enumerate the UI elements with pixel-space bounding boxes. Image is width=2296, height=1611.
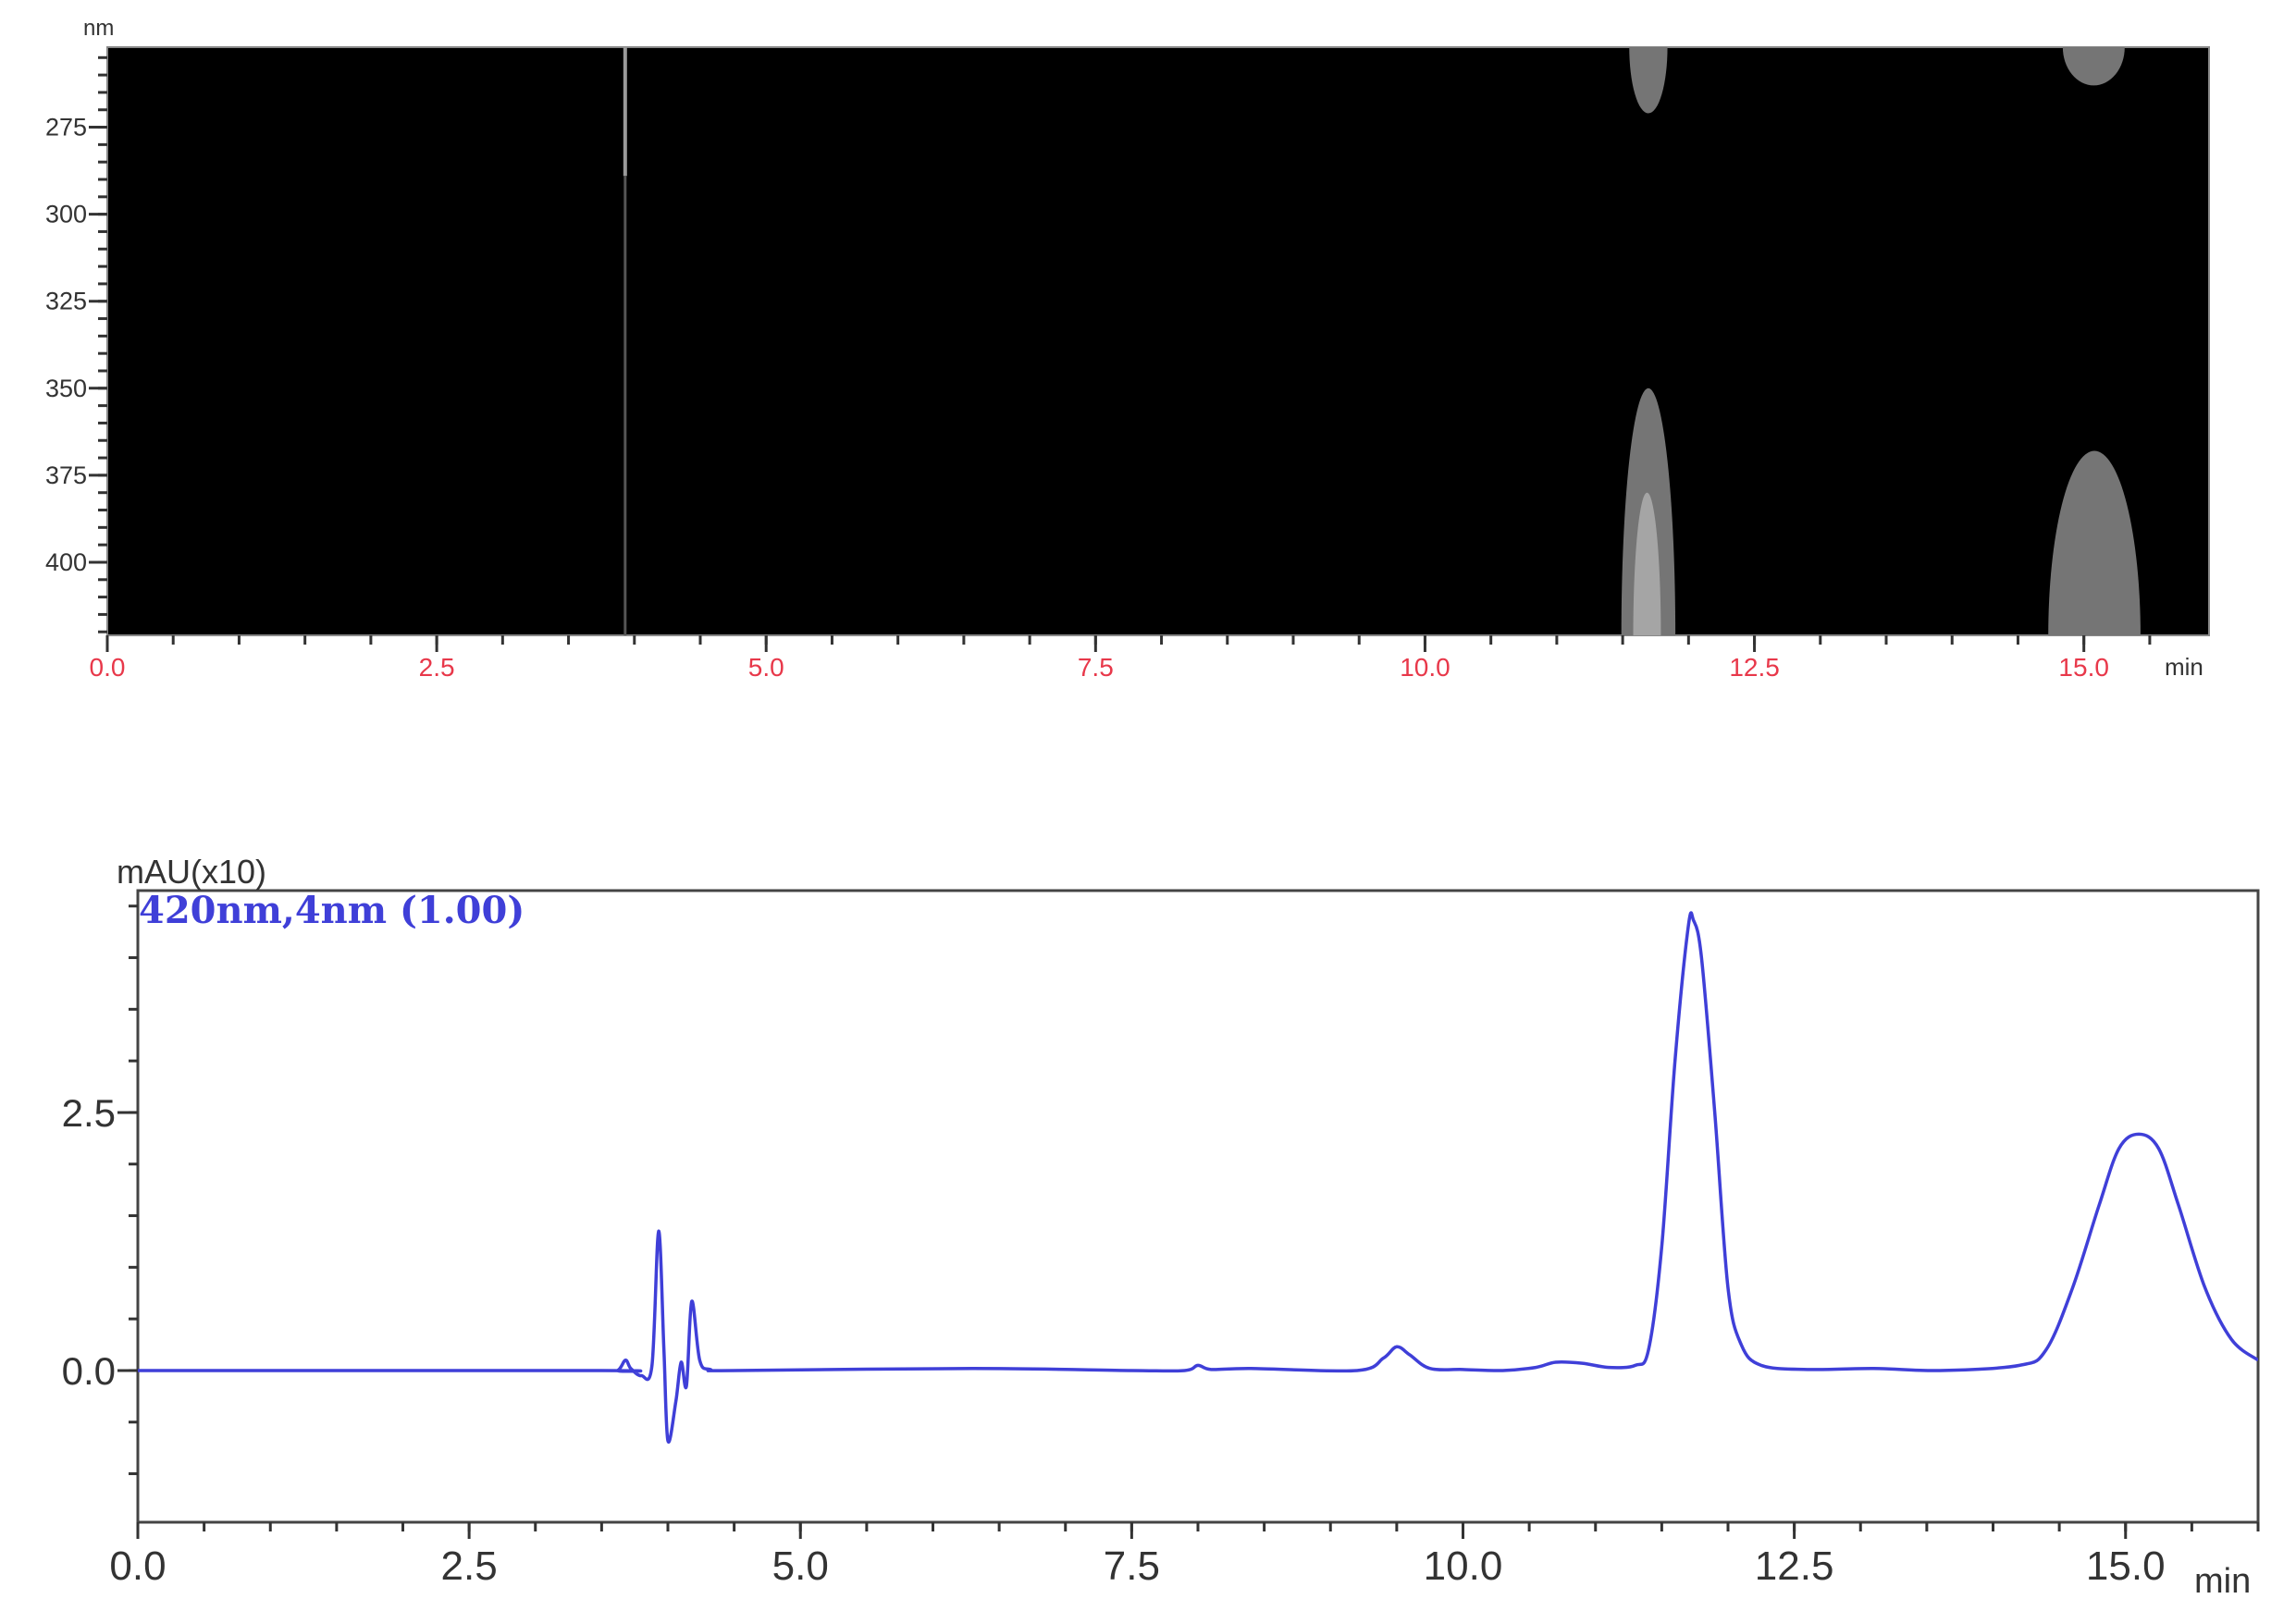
contour-y-tick-label: 300 [45, 201, 87, 228]
chromatogram-x-tick-label: 0.0 [109, 1543, 166, 1589]
contour-y-tick-label: 350 [45, 375, 87, 402]
band-15.1-bottom [2048, 450, 2141, 635]
chromatogram-x-tick-label: 7.5 [1104, 1543, 1160, 1589]
contour-x-tick-label: 0.0 [90, 653, 126, 682]
contour-y-tick-label: 325 [45, 288, 87, 315]
chromatogram-plot: 0.0 2.5 5.0 7.5 10.0 12.5 15.00.02.5 mAU(x10) … [62, 853, 2260, 1601]
contour-plot-area [106, 46, 2210, 636]
contour-plot: 0.0 2.5 5.0 7.5 10.0 12.5 15.0 275 300 325 350 375 4… [45, 16, 2210, 682]
chromatogram-y-tick-label: 0.0 [62, 1349, 116, 1393]
contour-x-tick-label: 2.5 [419, 653, 455, 682]
chromatogram-x-tick-label: 15.0 [2086, 1543, 2166, 1589]
contour-x-unit: min [2165, 653, 2203, 681]
contour-x-tick-label: 15.0 [2058, 653, 2109, 682]
chromatogram-x-tick-label: 2.5 [441, 1543, 498, 1589]
band-11.7-core [1633, 492, 1661, 635]
contour-x-tick-label: 12.5 [1729, 653, 1780, 682]
contour-y-tick-label: 375 [45, 461, 87, 489]
chromatogram-x-unit: min [2194, 1562, 2251, 1601]
chromatogram-legend: 420nm,4nm (1.00) [139, 889, 525, 932]
chromatogram-plot-area [136, 889, 2260, 1524]
pda-figure: 0.0 2.5 5.0 7.5 10.0 12.5 15.0 275 300 325 350 375 4… [45, 16, 2260, 1601]
contour-x-tick-label: 7.5 [1078, 653, 1114, 682]
chromatogram-y-tick-label: 2.5 [62, 1091, 116, 1135]
band-15.1-top [2062, 47, 2125, 86]
contour-x-tick-label: 5.0 [748, 653, 784, 682]
contour-y-unit: nm [83, 16, 114, 41]
contour-x-tick-label: 10.0 [1400, 653, 1450, 682]
contour-y-tick-label: 400 [45, 548, 87, 576]
contour-y-tick-label: 275 [45, 114, 87, 141]
chromatogram-x-tick-label: 12.5 [1755, 1543, 1834, 1589]
chromatogram-x-tick-label: 10.0 [1424, 1543, 1503, 1589]
chromatogram-x-tick-label: 5.0 [772, 1543, 829, 1589]
chromatogram-y-unit: mAU(x10) [117, 853, 266, 891]
